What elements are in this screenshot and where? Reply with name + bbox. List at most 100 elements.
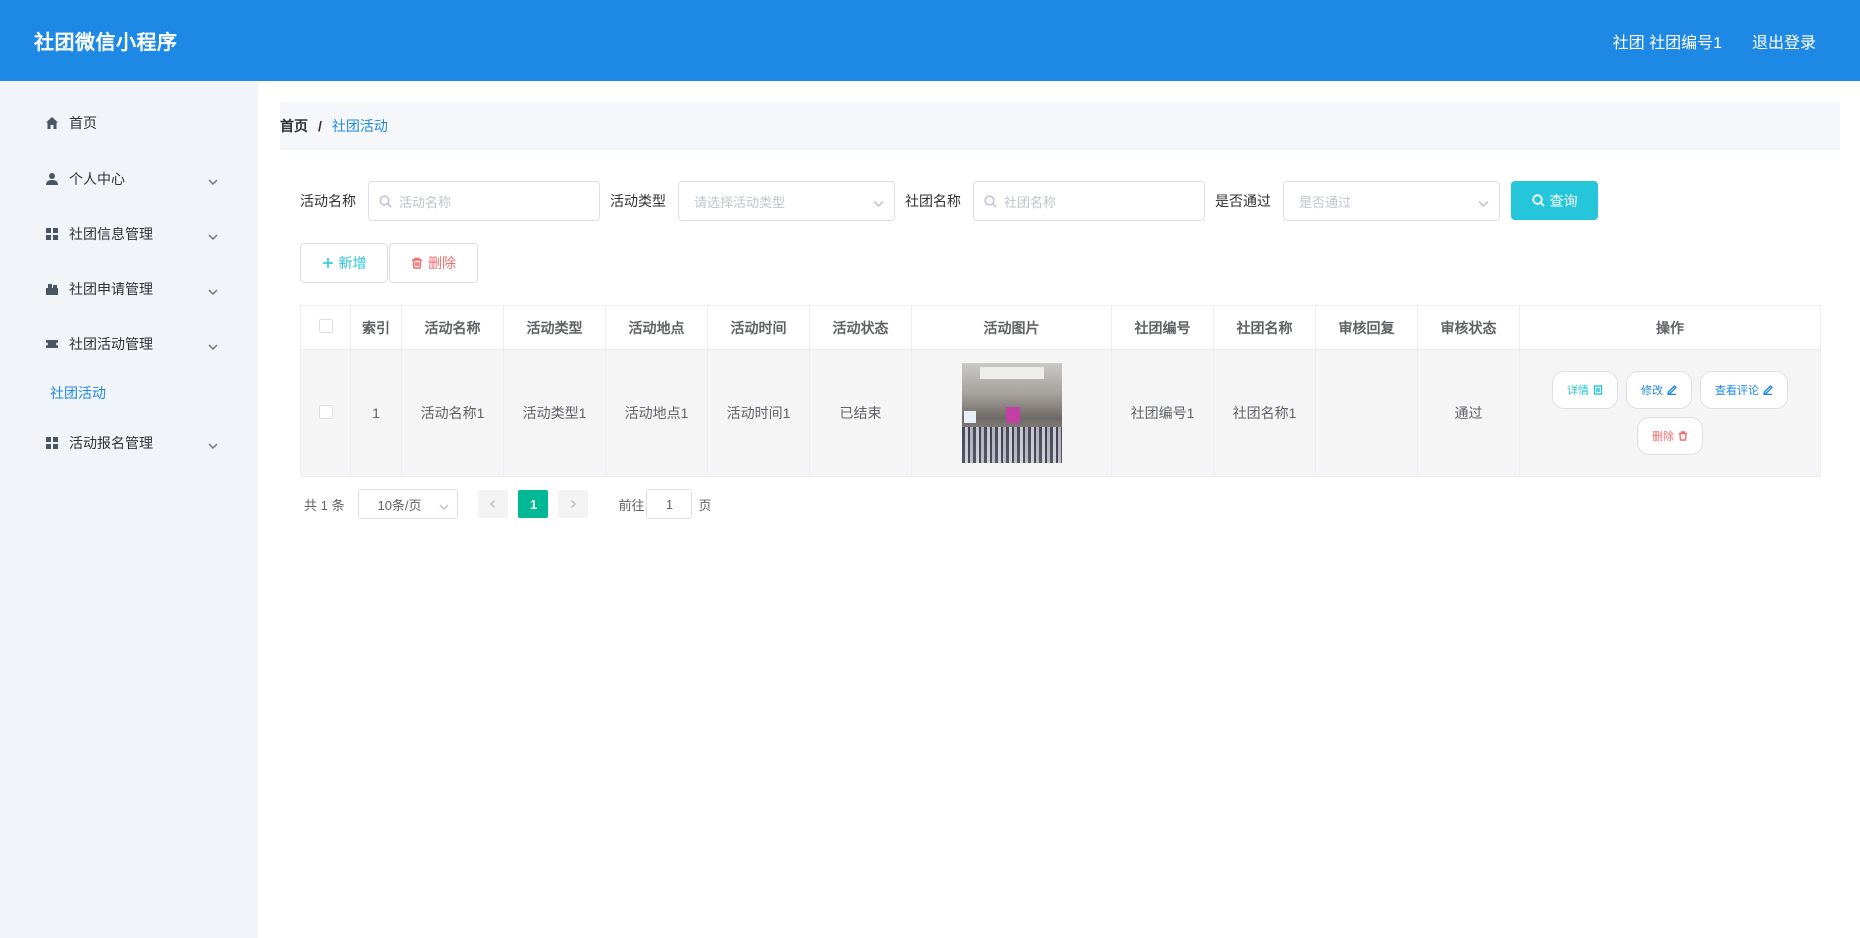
delete-button-label: 删除 — [428, 255, 456, 271]
cell-activity-location: 活动地点1 — [605, 349, 708, 477]
add-button-label: 新增 — [338, 255, 367, 271]
pagination-total: 共 1 条 — [304, 497, 345, 513]
select-all-checkbox[interactable] — [318, 319, 333, 333]
detail-button[interactable]: 详情 — [1552, 371, 1618, 409]
sidebar: 首页 个人中心 社团信息管理 社团申请管理 社团活动管理 社团活动 活动报名管理 — [0, 81, 258, 938]
column-header: 操作 — [1519, 305, 1821, 350]
row-select-cell — [300, 349, 351, 477]
goto-page-input[interactable]: 1 — [646, 489, 693, 519]
ticket-icon — [45, 337, 59, 351]
query-button[interactable]: 查询 — [1511, 181, 1598, 220]
sidebar-item-label: 首页 — [69, 115, 97, 131]
table-header-row: 索引 活动名称 活动类型 活动地点 活动时间 活动状态 活动图片 社团编号 社团… — [300, 305, 1821, 350]
search-icon — [379, 195, 392, 208]
grid-icon — [45, 436, 59, 450]
trash-icon — [1679, 431, 1687, 441]
chevron-right-icon — [571, 499, 577, 509]
chevron-down-icon — [873, 197, 884, 208]
passed-label: 是否通过 — [1215, 193, 1271, 209]
cell-activity-image — [911, 349, 1112, 477]
column-header: 活动时间 — [707, 305, 810, 350]
cell-club-no: 社团编号1 — [1111, 349, 1214, 477]
page-unit-label: 页 — [698, 497, 712, 513]
chevron-down-icon — [208, 438, 218, 450]
select-all-cell — [300, 305, 351, 350]
placeholder: 是否通过 — [1299, 194, 1352, 210]
passed-select[interactable]: 是否通过 — [1283, 181, 1500, 221]
chevron-left-icon — [490, 499, 496, 509]
delete-button[interactable]: 删除 — [389, 243, 478, 283]
prev-page-button[interactable] — [478, 490, 509, 518]
document-icon — [1593, 385, 1603, 395]
sidebar-subitem-club-activity[interactable]: 社团活动 — [50, 383, 106, 403]
query-button-label: 查询 — [1549, 192, 1578, 209]
cell-index: 1 — [350, 349, 402, 477]
logout-link[interactable]: 退出登录 — [1752, 29, 1816, 53]
operation-buttons: 详情 修改 查看评论 删除 — [1520, 371, 1820, 455]
activity-name-label: 活动名称 — [300, 193, 356, 209]
edit-button-label: 修改 — [1641, 385, 1663, 397]
breadcrumb-home[interactable]: 首页 — [280, 116, 308, 136]
cell-activity-name: 活动名称1 — [401, 349, 504, 477]
row-checkbox[interactable] — [318, 404, 333, 419]
detail-button-label: 详情 — [1567, 385, 1589, 397]
sidebar-item-personal-center[interactable]: 个人中心 — [0, 157, 258, 201]
page-size-select[interactable]: 10条/页 — [358, 489, 459, 519]
column-header: 活动状态 — [809, 305, 912, 350]
chevron-down-icon — [208, 174, 218, 186]
column-header: 索引 — [350, 305, 402, 350]
next-page-button[interactable] — [558, 490, 589, 518]
sidebar-item-activity-signup[interactable]: 活动报名管理 — [0, 421, 258, 465]
row-delete-button[interactable]: 删除 — [1637, 417, 1703, 455]
view-comments-button[interactable]: 查看评论 — [1700, 371, 1788, 409]
sidebar-item-club-apply[interactable]: 社团申请管理 — [0, 267, 258, 311]
column-header: 活动类型 — [503, 305, 606, 350]
add-button[interactable]: 新增 — [300, 243, 388, 283]
goto-label: 前往 — [618, 497, 645, 513]
cell-review-status: 通过 — [1417, 349, 1520, 477]
sidebar-item-label: 活动报名管理 — [69, 435, 153, 451]
activity-type-select[interactable]: 请选择活动类型 — [678, 181, 895, 221]
trash-icon — [412, 257, 422, 269]
edit-icon — [1667, 385, 1677, 395]
cell-activity-type: 活动类型1 — [503, 349, 606, 477]
sidebar-item-home[interactable]: 首页 — [0, 101, 258, 145]
sidebar-item-label: 社团信息管理 — [69, 226, 153, 242]
column-header: 审核状态 — [1417, 305, 1520, 350]
sidebar-item-club-info[interactable]: 社团信息管理 — [0, 212, 258, 256]
activity-table: 索引 活动名称 活动类型 活动地点 活动时间 活动状态 活动图片 社团编号 社团… — [300, 305, 1821, 477]
column-header: 活动地点 — [605, 305, 708, 350]
cell-activity-status: 已结束 — [809, 349, 912, 477]
user-icon — [45, 172, 59, 186]
activity-name-input[interactable]: 活动名称 — [368, 181, 600, 221]
table-row: 1 活动名称1 活动类型1 活动地点1 活动时间1 已结束 社团编号1 社团名称… — [300, 349, 1821, 477]
column-header: 活动名称 — [401, 305, 504, 350]
breadcrumb: 首页 / 社团活动 — [280, 102, 1840, 150]
breadcrumb-current: 社团活动 — [331, 118, 388, 134]
activity-photo[interactable] — [961, 363, 1062, 463]
search-icon — [984, 195, 997, 208]
sidebar-item-club-activity[interactable]: 社团活动管理 — [0, 322, 258, 366]
cell-operations: 详情 修改 查看评论 删除 — [1519, 349, 1821, 477]
column-header: 社团编号 — [1111, 305, 1214, 350]
club-name-label: 社团名称 — [905, 193, 961, 209]
page-number-1[interactable]: 1 — [518, 490, 549, 518]
plus-icon — [322, 258, 333, 268]
cell-club-name: 社团名称1 — [1213, 349, 1316, 477]
row-delete-button-label: 删除 — [1652, 431, 1674, 443]
chevron-down-icon — [208, 284, 218, 296]
chevron-down-icon — [208, 229, 218, 241]
top-bar: 社团微信小程序 社团 社团编号1 退出登录 — [0, 0, 1860, 81]
grid-icon — [45, 227, 59, 241]
column-header: 社团名称 — [1213, 305, 1316, 350]
club-name-input[interactable]: 社团名称 — [973, 181, 1205, 221]
search-icon — [1531, 194, 1545, 207]
edit-button[interactable]: 修改 — [1626, 371, 1692, 409]
chevron-down-icon — [1478, 197, 1489, 208]
sidebar-item-label: 个人中心 — [69, 171, 125, 187]
placeholder: 请选择活动类型 — [694, 194, 786, 210]
chevron-down-icon — [208, 339, 218, 351]
column-header: 活动图片 — [911, 305, 1112, 350]
view-comments-button-label: 查看评论 — [1715, 385, 1759, 397]
breadcrumb-separator: / — [318, 118, 322, 134]
